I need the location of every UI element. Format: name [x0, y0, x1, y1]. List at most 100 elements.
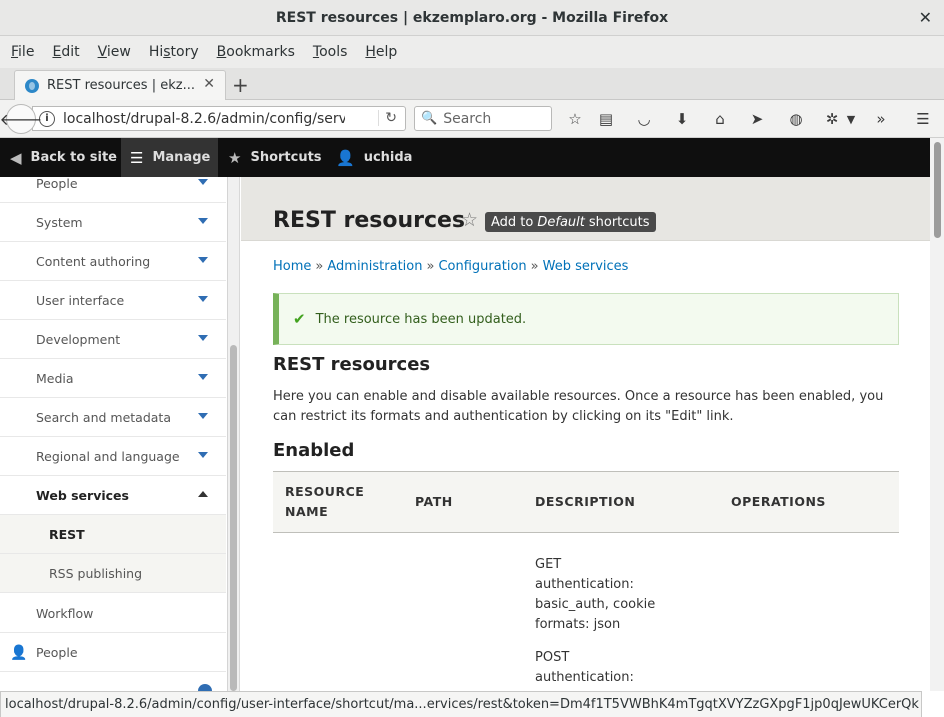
- tray-item-regional-and-language[interactable]: Regional and language: [0, 437, 226, 476]
- post-method-block: POST authentication:: [535, 648, 665, 688]
- tray-item-search-and-metadata[interactable]: Search and metadata: [0, 398, 226, 437]
- expand-caret-icon[interactable]: [198, 179, 208, 185]
- check-icon: ✔: [293, 310, 306, 328]
- tray-scrollbar[interactable]: [228, 177, 240, 691]
- hamburger-menu-icon[interactable]: ☰: [912, 108, 934, 130]
- main-scrollbar-thumb[interactable]: [934, 142, 941, 238]
- tray-item-media[interactable]: Media: [0, 359, 226, 398]
- expand-caret-icon[interactable]: [198, 374, 208, 380]
- menu-item-view[interactable]: View: [89, 44, 140, 60]
- expand-caret-icon[interactable]: [198, 413, 208, 419]
- status-message-text: The resource has been updated.: [315, 311, 527, 327]
- search-icon: 🔍: [421, 111, 438, 126]
- post-method-label: POST: [535, 650, 570, 665]
- enabled-heading: Enabled: [273, 440, 355, 461]
- tray-item-people[interactable]: People: [0, 177, 226, 203]
- expand-caret-icon[interactable]: [198, 218, 208, 224]
- browser-tab[interactable]: REST resources | ekz... ✕: [14, 70, 226, 100]
- tray-item-system[interactable]: System: [0, 203, 226, 242]
- tray-item-label: System: [36, 214, 83, 230]
- breadcrumb-link-administration[interactable]: Administration: [327, 259, 422, 274]
- search-placeholder: Search: [443, 110, 492, 127]
- tray-item-development[interactable]: Development: [0, 320, 226, 359]
- breadcrumb-link-configuration[interactable]: Configuration: [438, 259, 526, 274]
- breadcrumb-link-home[interactable]: Home: [273, 259, 311, 274]
- col-description: DESCRIPTION: [535, 494, 636, 509]
- tray-item-rss-publishing[interactable]: RSS publishing: [0, 554, 226, 593]
- tray-item-workflow[interactable]: Workflow: [0, 594, 226, 633]
- menu-item-edit[interactable]: Edit: [43, 44, 88, 60]
- tray-item-user-interface[interactable]: User interface: [0, 281, 226, 320]
- table-header: RESOURCE NAME PATH DESCRIPTION OPERATION…: [273, 471, 899, 533]
- menu-item-help[interactable]: Help: [356, 44, 406, 60]
- breadcrumb: Home» Administration» Configuration» Web se…: [273, 259, 628, 274]
- tray-item-badge-icon: [198, 684, 212, 691]
- home-icon[interactable]: ⌂: [709, 108, 731, 130]
- hamburger-icon: ☰: [130, 148, 144, 167]
- tray-scrollbar-thumb[interactable]: [230, 345, 237, 691]
- expand-caret-icon[interactable]: [198, 296, 208, 302]
- user-tab[interactable]: 👤 uchida: [326, 138, 416, 177]
- downloads-icon[interactable]: ⬇: [671, 108, 693, 130]
- window-close-icon[interactable]: ✕: [919, 8, 932, 27]
- add-shortcut-star-icon[interactable]: ☆: [461, 209, 478, 231]
- tray-item-partial[interactable]: [0, 672, 226, 691]
- reading-list-icon[interactable]: ▤: [595, 108, 617, 130]
- pocket-icon[interactable]: ◡: [633, 108, 655, 130]
- col-resource-name: RESOURCE NAME: [285, 484, 365, 519]
- extension-dropdown-icon[interactable]: ▼: [840, 108, 862, 130]
- back-circle-icon: ◀: [10, 148, 22, 167]
- menu-item-bookmarks[interactable]: Bookmarks: [208, 44, 304, 60]
- page-header: REST resources ☆ Add to Default shortcut…: [241, 177, 930, 241]
- window-title: REST resources | ekzemplaro.org - Mozill…: [275, 9, 669, 26]
- collapse-caret-icon[interactable]: [198, 491, 208, 497]
- send-icon[interactable]: ➤: [746, 108, 768, 130]
- globe-icon[interactable]: ◍: [785, 108, 807, 130]
- overflow-chevron-icon[interactable]: »: [870, 108, 892, 130]
- tray-item-rest[interactable]: REST: [0, 515, 226, 554]
- url-text[interactable]: localhost/drupal-8.2.6/admin/config/serv…: [63, 111, 345, 127]
- user-label: uchida: [363, 150, 413, 165]
- tray-item-people-toplevel[interactable]: People 👤: [0, 633, 226, 672]
- main-scrollbar[interactable]: [930, 138, 944, 691]
- bookmark-star-icon[interactable]: ☆: [564, 108, 586, 130]
- user-icon: 👤: [336, 148, 355, 167]
- tab-bar: REST resources | ekz... ✕ +: [0, 68, 944, 100]
- breadcrumb-link-web-services[interactable]: Web services: [543, 259, 629, 274]
- expand-caret-icon[interactable]: [198, 335, 208, 341]
- menu-item-tools[interactable]: Tools: [304, 44, 357, 60]
- post-auth-label: authentication:: [535, 670, 634, 685]
- url-bar[interactable]: i localhost/drupal-8.2.6/admin/config/se…: [32, 106, 406, 131]
- back-to-site-label: Back to site: [30, 150, 118, 165]
- tray-item-label: Web services: [36, 487, 129, 503]
- shortcut-tooltip: Add to Default shortcuts: [485, 212, 656, 232]
- page-title: REST resources: [273, 208, 466, 233]
- get-auth-label: authentication:: [535, 577, 634, 592]
- search-input[interactable]: 🔍 Search: [414, 106, 552, 131]
- status-message: ✔ The resource has been updated.: [273, 293, 899, 345]
- people-icon: 👤: [10, 645, 28, 661]
- expand-caret-icon[interactable]: [198, 452, 208, 458]
- back-to-site-link[interactable]: ◀ Back to site: [0, 138, 121, 177]
- tray-item-web-services[interactable]: Web services: [0, 476, 226, 515]
- manage-tab[interactable]: ☰ Manage: [121, 138, 218, 177]
- tray-item-label: REST: [49, 526, 85, 542]
- new-tab-icon[interactable]: +: [232, 73, 249, 97]
- row-description-cell: GET authentication: basic_auth, cookie f…: [535, 555, 665, 691]
- tray-item-content-authoring[interactable]: Content authoring: [0, 242, 226, 281]
- status-bar: localhost/drupal-8.2.6/admin/config/user…: [0, 691, 922, 717]
- breadcrumb-separator: »: [530, 259, 539, 274]
- expand-caret-icon[interactable]: [198, 257, 208, 263]
- reload-icon[interactable]: ↻: [378, 110, 397, 126]
- shortcuts-tab[interactable]: ★ Shortcuts: [218, 138, 322, 177]
- back-button[interactable]: 🡐: [0, 104, 42, 134]
- tray-item-label: RSS publishing: [49, 565, 143, 581]
- tray-item-label: Media: [36, 370, 74, 386]
- tab-close-icon[interactable]: ✕: [203, 76, 215, 92]
- tooltip-em: Default: [537, 214, 585, 230]
- menu-item-file[interactable]: File: [2, 44, 43, 60]
- breadcrumb-separator: »: [315, 259, 324, 274]
- breadcrumb-separator: »: [426, 259, 435, 274]
- tray-item-label: Workflow: [36, 605, 94, 621]
- menu-item-history[interactable]: History: [140, 44, 208, 60]
